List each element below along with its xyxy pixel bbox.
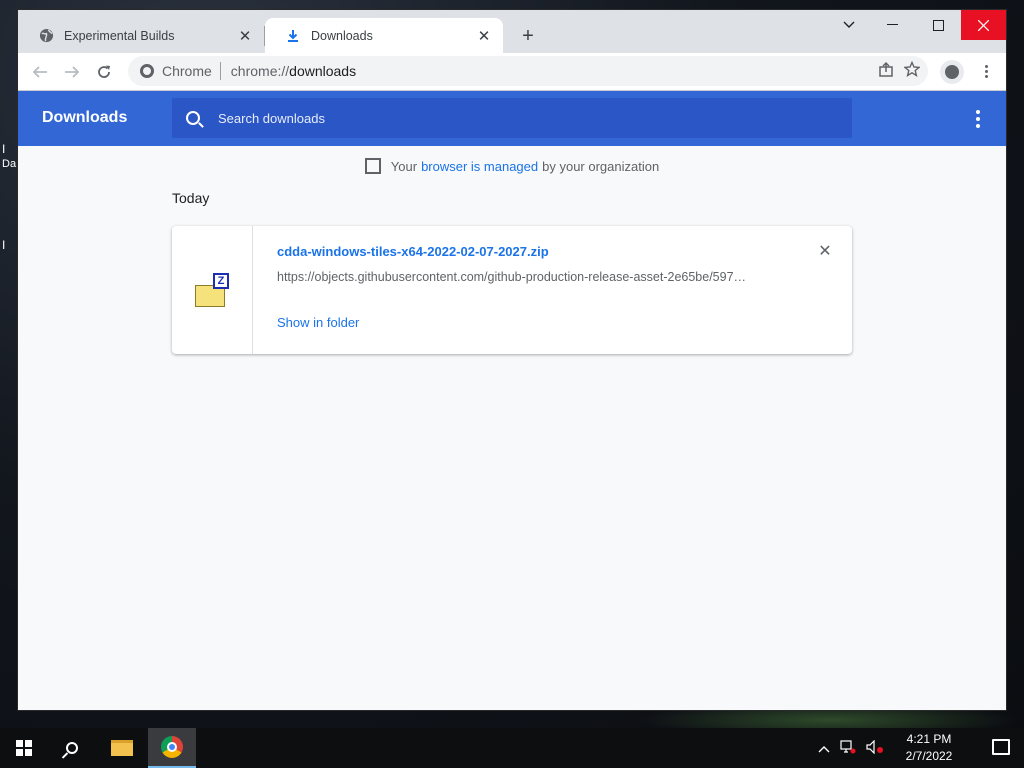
desktop-icon-label: Da bbox=[2, 158, 17, 170]
system-tray: 4:21 PM 2/7/2022 bbox=[818, 728, 964, 768]
file-icon-column: Z bbox=[172, 226, 253, 354]
window-close-icon[interactable] bbox=[961, 10, 1006, 40]
download-item: Z cdda-windows-tiles-x64-2022-02-07-2027… bbox=[172, 226, 852, 354]
taskbar-search-icon[interactable] bbox=[48, 728, 96, 768]
download-source-url: https://objects.githubusercontent.com/gi… bbox=[277, 270, 747, 284]
search-icon bbox=[186, 111, 200, 125]
building-icon bbox=[364, 158, 381, 174]
clock[interactable]: 4:21 PM 2/7/2022 bbox=[894, 731, 964, 765]
managed-suffix: by your organization bbox=[542, 158, 660, 174]
tab-experimental-builds[interactable]: Experimental Builds ✕ bbox=[18, 18, 264, 53]
bookmark-star-icon[interactable] bbox=[903, 60, 921, 81]
managed-notice: Your browser is managed by your organiza… bbox=[18, 158, 1006, 174]
address-bar[interactable]: Chrome chrome://downloads bbox=[128, 56, 928, 86]
url-text: chrome://downloads bbox=[231, 63, 356, 79]
url-prefix: chrome:// bbox=[230, 63, 290, 79]
new-tab-button[interactable]: + bbox=[516, 24, 540, 48]
search-input[interactable] bbox=[218, 110, 818, 126]
url-host: downloads bbox=[289, 63, 357, 79]
start-button[interactable] bbox=[0, 728, 48, 768]
toolbar: Chrome chrome://downloads bbox=[18, 53, 1006, 90]
download-file-name[interactable]: cdda-windows-tiles-x64-2022-02-07-2027.z… bbox=[277, 244, 549, 259]
show-in-folder-link[interactable]: Show in folder bbox=[277, 315, 359, 330]
profile-avatar-icon[interactable] bbox=[940, 60, 964, 84]
clock-date: 2/7/2022 bbox=[905, 749, 953, 763]
browser-menu-icon[interactable] bbox=[976, 61, 996, 81]
close-icon[interactable]: ✕ bbox=[475, 27, 493, 45]
globe-icon bbox=[38, 28, 54, 44]
taskbar: 4:21 PM 2/7/2022 bbox=[0, 728, 1024, 768]
page-title: Downloads bbox=[42, 109, 128, 126]
tab-title: Downloads bbox=[311, 28, 373, 43]
zip-file-icon: Z bbox=[195, 273, 229, 307]
file-explorer-icon[interactable] bbox=[98, 728, 146, 768]
browser-window: Experimental Builds ✕ Downloads ✕ + Chro… bbox=[18, 10, 1006, 710]
date-section-header: Today bbox=[172, 190, 210, 206]
managed-link[interactable]: browser is managed bbox=[421, 159, 538, 174]
downloads-header: Downloads bbox=[18, 90, 1006, 146]
reload-icon[interactable] bbox=[88, 56, 120, 88]
downloads-menu-icon[interactable] bbox=[976, 110, 980, 128]
search-bar[interactable] bbox=[172, 98, 852, 138]
remove-download-icon[interactable]: ✕ bbox=[816, 242, 834, 260]
notification-center-icon[interactable] bbox=[992, 739, 1010, 755]
tab-title: Experimental Builds bbox=[64, 28, 175, 43]
chip-label: Chrome bbox=[162, 63, 212, 79]
windows-logo-icon bbox=[16, 740, 32, 756]
chrome-logo-icon bbox=[140, 64, 154, 78]
share-icon[interactable] bbox=[878, 61, 894, 81]
clock-time: 4:21 PM bbox=[906, 732, 952, 746]
tab-downloads[interactable]: Downloads ✕ bbox=[265, 18, 503, 53]
chrome-chip: Chrome bbox=[140, 63, 212, 79]
network-icon[interactable] bbox=[840, 739, 856, 757]
chevron-up-icon[interactable] bbox=[818, 741, 830, 756]
download-icon bbox=[285, 28, 301, 44]
volume-muted-icon[interactable] bbox=[866, 739, 884, 757]
minimize-icon[interactable] bbox=[869, 10, 915, 40]
managed-prefix: Your bbox=[390, 158, 418, 174]
forward-icon[interactable] bbox=[56, 56, 88, 88]
close-icon[interactable]: ✕ bbox=[236, 27, 254, 45]
maximize-icon[interactable] bbox=[915, 10, 961, 40]
tab-search-icon[interactable] bbox=[829, 10, 869, 40]
tab-strip: Experimental Builds ✕ Downloads ✕ + bbox=[18, 10, 1006, 53]
chrome-taskbar-icon[interactable] bbox=[148, 728, 196, 768]
back-icon[interactable] bbox=[24, 56, 56, 88]
